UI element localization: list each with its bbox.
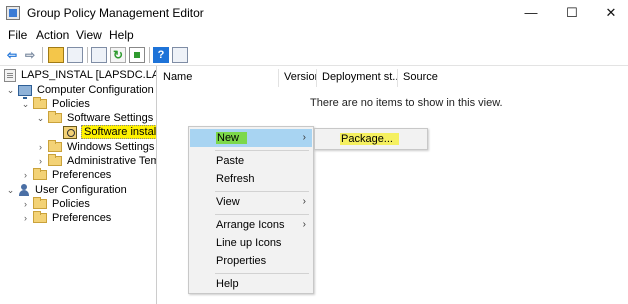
new-submenu: Package... <box>314 128 428 150</box>
tree-item-software-installation[interactable]: Software installat <box>63 125 156 139</box>
menu-item-properties[interactable]: Properties <box>190 252 312 270</box>
close-button[interactable]: ✕ <box>594 0 628 26</box>
tree-item-computer-configuration[interactable]: ⌄ Computer Configuration <box>6 83 154 99</box>
refresh-icon[interactable]: ↻ <box>110 47 126 63</box>
column-header-source[interactable]: Source <box>398 69 488 87</box>
empty-list-message: There are no items to show in this view. <box>310 97 503 109</box>
user-icon <box>18 183 30 197</box>
menu-separator <box>215 273 309 274</box>
back-arrow-icon[interactable]: ⇦ <box>4 47 20 63</box>
help-icon[interactable]: ? <box>153 47 169 63</box>
menu-view[interactable]: View <box>76 28 102 42</box>
menu-separator <box>215 214 309 215</box>
tree-item-windows-settings[interactable]: › Windows Settings <box>36 140 154 154</box>
window-title: Group Policy Management Editor <box>27 6 204 20</box>
menu-item-paste[interactable]: Paste <box>190 152 312 170</box>
tree-item-label: Preferences <box>52 212 112 224</box>
menu-item-label: New <box>216 132 248 144</box>
maximize-button[interactable]: ☐ <box>555 0 589 26</box>
column-header-name[interactable]: Name <box>158 69 279 87</box>
minimize-button[interactable]: — <box>514 0 548 26</box>
tree-item-policies[interactable]: ⌄ Policies <box>21 97 90 111</box>
expanded-chevron-icon[interactable]: ⌄ <box>6 85 15 96</box>
collapsed-chevron-icon[interactable]: › <box>21 199 30 209</box>
expanded-chevron-icon[interactable]: ⌄ <box>21 99 30 110</box>
menu-item-arrange-icons[interactable]: Arrange Icons › <box>190 216 312 234</box>
menu-separator <box>215 150 309 151</box>
menu-item-view[interactable]: View › <box>190 193 312 211</box>
menu-item-package[interactable]: Package... <box>316 130 426 148</box>
folder-icon <box>33 211 47 223</box>
show-pane-icon[interactable] <box>172 47 188 63</box>
submenu-arrow-icon: › <box>302 219 306 230</box>
menu-item-label: Arrange Icons <box>216 219 285 231</box>
tree-item-label: Software installat <box>81 125 156 139</box>
expanded-chevron-icon[interactable]: ⌄ <box>6 185 15 196</box>
export-list-icon[interactable] <box>129 47 145 63</box>
folder-icon <box>48 140 62 152</box>
toolbar-separator <box>149 47 150 63</box>
collapsed-chevron-icon[interactable]: › <box>36 142 45 152</box>
tree-item-administrative-templates[interactable]: › Administrative Temp <box>36 154 157 168</box>
toolbar-separator <box>87 47 88 63</box>
submenu-arrow-icon: › <box>302 132 306 143</box>
toolbar-separator <box>42 47 43 63</box>
folder-icon <box>48 154 62 166</box>
forward-arrow-icon[interactable]: ⇨ <box>22 47 38 63</box>
tree-item-label: Software Settings <box>67 112 154 124</box>
collapsed-chevron-icon[interactable]: › <box>21 213 30 223</box>
console-tree: LAPS_INSTAL [LAPSDC.LAPS.CO ⌄ Computer C… <box>0 66 157 304</box>
tree-item-label: Policies <box>52 98 90 110</box>
properties-icon[interactable] <box>91 47 107 63</box>
toolbar: ⇦ ⇨ ↻ ? <box>0 44 628 66</box>
gpo-icon <box>4 68 16 82</box>
menu-item-label: View <box>216 196 240 208</box>
tree-item-preferences[interactable]: › Preferences <box>21 168 111 182</box>
menu-item-new[interactable]: New › <box>190 129 312 147</box>
menu-item-line-up-icons[interactable]: Line up Icons <box>190 234 312 252</box>
folder-icon <box>33 97 47 109</box>
submenu-arrow-icon: › <box>302 196 306 207</box>
tree-item-label: User Configuration <box>35 184 127 196</box>
tree-item-software-settings[interactable]: ⌄ Software Settings <box>36 111 153 125</box>
menu-item-help[interactable]: Help <box>190 275 312 293</box>
up-folder-icon[interactable] <box>48 47 64 63</box>
expanded-chevron-icon[interactable]: ⌄ <box>36 113 45 124</box>
computer-icon <box>18 84 32 99</box>
tree-item-label: Computer Configuration <box>37 84 154 96</box>
menu-item-label: Package... <box>340 133 399 145</box>
menu-help[interactable]: Help <box>109 28 134 42</box>
folder-icon <box>48 111 62 123</box>
menu-bar: File Action View Help <box>0 26 628 44</box>
tree-item-label: Windows Settings <box>67 141 155 153</box>
tree-item-label: Policies <box>52 198 90 210</box>
context-menu: New › Paste Refresh View › Arrange Icons… <box>188 126 314 294</box>
software-package-icon <box>63 125 77 139</box>
list-header: Name Version Deployment st... Source <box>158 69 628 87</box>
menu-action[interactable]: Action <box>36 28 69 42</box>
collapsed-chevron-icon[interactable]: › <box>21 170 30 180</box>
tree-item-root[interactable]: LAPS_INSTAL [LAPSDC.LAPS.CO <box>4 68 156 82</box>
app-icon <box>6 6 20 20</box>
show-hide-tree-icon[interactable] <box>67 47 83 63</box>
tree-item-label: LAPS_INSTAL [LAPSDC.LAPS.CO <box>21 69 156 81</box>
tree-item-user-configuration[interactable]: ⌄ User Configuration <box>6 183 127 197</box>
menu-item-refresh[interactable]: Refresh <box>190 170 312 188</box>
folder-icon <box>33 197 47 209</box>
menu-file[interactable]: File <box>8 28 27 42</box>
tree-item-label: Preferences <box>52 169 112 181</box>
tree-item-label: Administrative Temp <box>67 155 157 167</box>
tree-item-user-preferences[interactable]: › Preferences <box>21 211 111 225</box>
title-bar: Group Policy Management Editor — ☐ ✕ <box>0 0 628 26</box>
menu-separator <box>215 191 309 192</box>
column-header-deployment-state[interactable]: Deployment st... <box>317 69 398 87</box>
collapsed-chevron-icon[interactable]: › <box>36 156 45 166</box>
column-header-version[interactable]: Version <box>279 69 317 87</box>
folder-icon <box>33 168 47 180</box>
tree-item-user-policies[interactable]: › Policies <box>21 197 90 211</box>
